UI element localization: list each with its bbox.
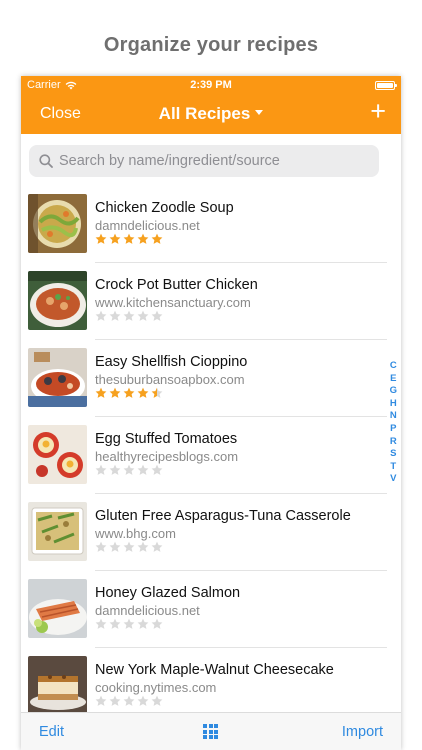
search-placeholder: Search by name/ingredient/source [59,153,280,169]
recipe-name: Egg Stuffed Tomatoes [95,431,238,447]
star-filled-icon [95,233,107,245]
import-button[interactable]: Import [342,724,383,740]
star-empty-icon [123,695,135,707]
recipe-photo [28,502,87,561]
recipe-photo [28,271,87,330]
star-empty-icon [95,695,107,707]
star-empty-icon [109,464,121,476]
star-empty-icon [137,541,149,553]
star-empty-icon [151,695,163,707]
star-filled-icon [137,387,149,399]
recipe-name: Crock Pot Butter Chicken [95,277,258,293]
section-index-letter[interactable]: P [390,423,396,436]
star-empty-icon [109,695,121,707]
star-empty-icon [151,464,163,476]
recipe-name: Chicken Zoodle Soup [95,200,234,216]
section-index-letter[interactable]: T [390,461,396,474]
search-input[interactable]: Search by name/ingredient/source [29,145,379,177]
section-index-letter[interactable]: V [390,473,396,486]
star-empty-icon [95,541,107,553]
search-icon [39,154,53,168]
phone-screen: Carrier 2:39 PM Close All Recipes + Sear… [21,76,401,750]
status-bar: Carrier 2:39 PM [21,76,401,96]
section-index-letter[interactable]: G [390,385,397,398]
star-filled-icon [137,233,149,245]
section-index[interactable]: C E G H N P R S T V [390,360,397,486]
section-index-letter[interactable]: R [390,436,397,449]
recipe-source: thesuburbansoapbox.com [95,372,245,387]
recipe-source: www.kitchensanctuary.com [95,295,251,310]
star-filled-icon [123,233,135,245]
nav-title: All Recipes [158,104,251,123]
star-rating [95,233,163,245]
star-filled-icon [95,387,107,399]
recipe-name: Easy Shellfish Cioppino [95,354,248,370]
recipe-list: Chicken Zoodle Soup damndelicious.net Cr… [21,186,401,725]
section-index-letter[interactable]: H [390,398,397,411]
star-filled-icon [109,233,121,245]
recipe-row[interactable]: Easy Shellfish Cioppino thesuburbansoapb… [21,340,401,417]
caret-down-icon [255,110,264,116]
recipe-row[interactable]: Gluten Free Asparagus-Tuna Casserole www… [21,494,401,571]
recipe-row[interactable]: Crock Pot Butter Chicken www.kitchensanc… [21,263,401,340]
edit-button[interactable]: Edit [39,724,64,740]
star-rating [95,387,163,399]
recipe-source: damndelicious.net [95,218,200,233]
recipe-photo [28,656,87,715]
star-rating [95,695,163,707]
add-recipe-button[interactable]: + [370,98,386,125]
headline: Organize your recipes [103,34,319,56]
section-index-letter[interactable]: C [390,360,397,373]
recipe-name: Gluten Free Asparagus-Tuna Casserole [95,508,351,524]
star-filled-icon [109,387,121,399]
star-empty-icon [137,618,149,630]
recipe-source: www.bhg.com [95,526,176,541]
recipe-row[interactable]: Egg Stuffed Tomatoes healthyrecipesblogs… [21,417,401,494]
recipe-source: cooking.nytimes.com [95,680,217,695]
recipe-photo [28,579,87,638]
recipe-source: damndelicious.net [95,603,200,618]
battery-icon [375,81,397,90]
star-empty-icon [109,541,121,553]
recipe-row[interactable]: Honey Glazed Salmon damndelicious.net [21,571,401,648]
section-index-letter[interactable]: E [390,373,396,386]
recipe-name: Honey Glazed Salmon [95,585,241,601]
star-rating [95,464,163,476]
star-empty-icon [95,618,107,630]
recipe-name: New York Maple-Walnut Cheesecake [95,662,334,678]
star-filled-icon [151,233,163,245]
star-rating [95,541,163,553]
star-empty-icon [109,310,121,322]
star-empty-icon [151,310,163,322]
star-rating [95,618,163,630]
star-rating [95,310,163,322]
star-empty-icon [137,464,149,476]
star-empty-icon [95,464,107,476]
navigation-bar: Close All Recipes + [21,96,401,134]
star-half-icon [151,387,163,399]
section-index-letter[interactable]: S [390,448,396,461]
star-empty-icon [123,464,135,476]
bottom-toolbar: Edit Import [21,712,401,750]
grid-icon[interactable] [203,724,218,739]
star-empty-icon [137,310,149,322]
recipe-collection-selector[interactable]: All Recipes [21,104,401,124]
star-empty-icon [123,541,135,553]
recipe-source: healthyrecipesblogs.com [95,449,239,464]
recipe-photo [28,348,87,407]
star-empty-icon [137,695,149,707]
star-empty-icon [151,541,163,553]
star-empty-icon [123,310,135,322]
star-empty-icon [109,618,121,630]
recipe-photo [28,425,87,484]
star-empty-icon [151,618,163,630]
app-store-page: Organize your recipes Carrier 2:39 PM Cl… [0,0,422,750]
star-empty-icon [95,310,107,322]
recipe-row[interactable]: Chicken Zoodle Soup damndelicious.net [21,186,401,263]
star-empty-icon [123,618,135,630]
recipe-photo [28,194,87,253]
star-filled-icon [123,387,135,399]
section-index-letter[interactable]: N [390,410,397,423]
status-time: 2:39 PM [190,79,232,91]
